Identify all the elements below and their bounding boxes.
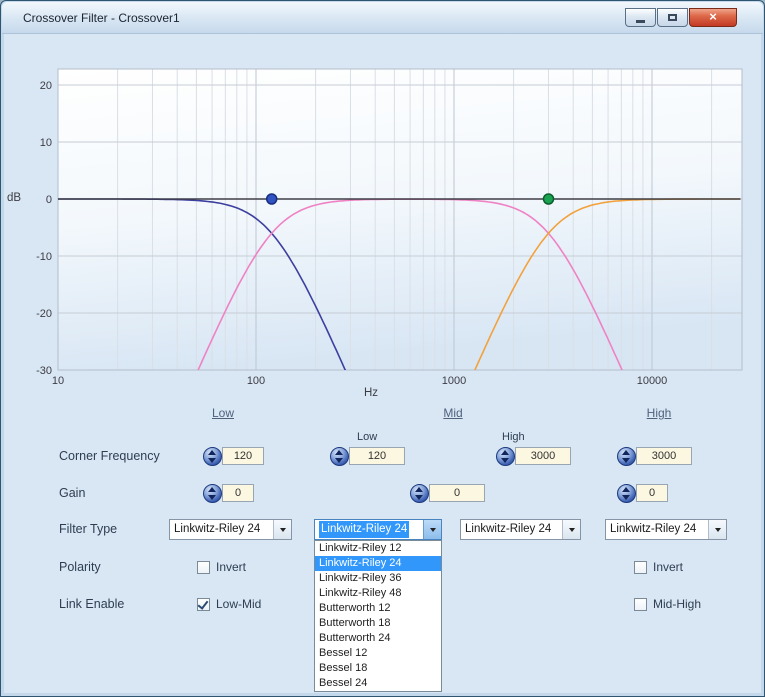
mid-corner-high-sublabel: High	[502, 431, 525, 443]
dropdown-item[interactable]: Linkwitz-Riley 12	[315, 541, 441, 556]
spin-down-icon[interactable]	[208, 458, 216, 463]
check-icon	[197, 598, 209, 610]
mid-low-filter-type-value: Linkwitz-Riley 24	[315, 520, 423, 539]
corner-frequency-label: Corner Frequency	[59, 449, 160, 463]
dropdown-item[interactable]: Butterworth 18	[315, 616, 441, 631]
mid-gain-input[interactable]	[429, 484, 485, 502]
mid-corner-high-spinner[interactable]	[496, 447, 515, 466]
high-gain-input[interactable]	[636, 484, 668, 502]
y-tick-label: -30	[36, 365, 52, 377]
spin-up-icon[interactable]	[335, 450, 343, 455]
maximize-button[interactable]	[657, 8, 688, 27]
combo-dropdown-button[interactable]	[273, 520, 291, 539]
mid-high-link-label: Mid-High	[653, 597, 702, 611]
frequency-response-chart[interactable]: 20100-10-20-3010 100 1000 10000	[9, 41, 759, 413]
y-tick-label: -20	[36, 308, 52, 320]
gain-label: Gain	[59, 486, 86, 500]
chevron-down-icon	[714, 527, 721, 532]
link-enable-label: Link Enable	[59, 597, 125, 611]
low-mid-link-checkbox[interactable]	[197, 598, 210, 611]
x-axis-label: Hz	[363, 387, 379, 399]
chevron-down-icon	[279, 527, 286, 532]
combo-dropdown-button[interactable]	[423, 520, 441, 539]
mid-low-filter-type-select[interactable]: Linkwitz-Riley 24	[314, 519, 442, 540]
low-corner-frequency-spinner[interactable]	[203, 447, 222, 466]
close-button[interactable]: ×	[689, 8, 737, 27]
band-link-low[interactable]: Low	[198, 406, 248, 420]
mid-high-crossover-handle[interactable]	[542, 193, 555, 205]
y-tick-label: -10	[36, 251, 52, 263]
filter-type-label: Filter Type	[59, 522, 118, 536]
dropdown-item[interactable]: Butterworth 24	[315, 631, 441, 646]
crossover-filter-window: Crossover Filter - Crossover1 × 20 10 0 -10…	[0, 0, 765, 697]
dropdown-item[interactable]: Bessel 18	[315, 661, 441, 676]
mid-corner-high-input[interactable]	[515, 447, 571, 465]
dropdown-item[interactable]: Bessel 24	[315, 676, 441, 691]
spin-up-icon[interactable]	[208, 450, 216, 455]
spin-down-icon[interactable]	[622, 495, 630, 500]
band-link-mid[interactable]: Mid	[428, 406, 478, 420]
spin-down-icon[interactable]	[415, 495, 423, 500]
mid-high-filter-type-value: Linkwitz-Riley 24	[465, 523, 552, 535]
y-tick-label: 10	[40, 137, 52, 149]
x-tick-label: 10	[52, 375, 64, 387]
dropdown-item[interactable]: Linkwitz-Riley 24	[315, 556, 441, 571]
dropdown-item[interactable]: Linkwitz-Riley 48	[315, 586, 441, 601]
spin-up-icon[interactable]	[622, 450, 630, 455]
combo-dropdown-button[interactable]	[708, 520, 726, 539]
spin-down-icon[interactable]	[335, 458, 343, 463]
chevron-down-icon	[568, 527, 575, 532]
spin-down-icon[interactable]	[501, 458, 509, 463]
band-link-high[interactable]: High	[634, 406, 684, 420]
combo-dropdown-button[interactable]	[562, 520, 580, 539]
high-invert-label: Invert	[653, 560, 684, 574]
polarity-label: Polarity	[59, 560, 101, 574]
high-filter-type-select[interactable]: Linkwitz-Riley 24	[605, 519, 727, 540]
mid-corner-low-sublabel: Low	[357, 431, 378, 443]
close-icon: ×	[709, 9, 717, 24]
dropdown-item[interactable]: Butterworth 12	[315, 601, 441, 616]
filter-type-dropdown-list: Linkwitz-Riley 12 Linkwitz-Riley 24 Linkwi…	[314, 540, 442, 692]
window-title: Crossover Filter - Crossover1	[23, 11, 180, 25]
low-corner-frequency-input[interactable]	[222, 447, 264, 465]
mid-high-link-checkbox[interactable]	[634, 598, 647, 611]
minimize-button[interactable]	[625, 8, 656, 27]
low-gain-input[interactable]	[222, 484, 254, 502]
spin-down-icon[interactable]	[622, 458, 630, 463]
low-filter-type-select[interactable]: Linkwitz-Riley 24	[169, 519, 292, 540]
low-invert-checkbox[interactable]	[197, 561, 210, 574]
chevron-down-icon	[429, 527, 436, 532]
low-mid-link-label: Low-Mid	[216, 597, 262, 611]
spin-up-icon[interactable]	[501, 450, 509, 455]
dropdown-item[interactable]: Bessel 12	[315, 646, 441, 661]
high-invert-checkbox[interactable]	[634, 561, 647, 574]
x-tick-label: 10000	[637, 375, 668, 387]
spin-down-icon[interactable]	[208, 495, 216, 500]
low-invert-label: Invert	[216, 560, 247, 574]
mid-high-filter-type-select[interactable]: Linkwitz-Riley 24	[460, 519, 581, 540]
high-filter-type-value: Linkwitz-Riley 24	[610, 523, 697, 535]
y-axis-label: dB	[7, 192, 22, 204]
high-corner-frequency-spinner[interactable]	[617, 447, 636, 466]
y-tick-label: 0	[46, 194, 52, 206]
mid-gain-spinner[interactable]	[410, 484, 429, 503]
low-mid-crossover-handle[interactable]	[265, 193, 278, 205]
y-tick-label: 20	[40, 80, 52, 92]
high-gain-spinner[interactable]	[617, 484, 636, 503]
spin-up-icon[interactable]	[622, 487, 630, 492]
maximize-icon	[668, 14, 677, 21]
spin-up-icon[interactable]	[208, 487, 216, 492]
dropdown-item[interactable]: Linkwitz-Riley 36	[315, 571, 441, 586]
low-filter-type-value: Linkwitz-Riley 24	[174, 523, 261, 535]
spin-up-icon[interactable]	[415, 487, 423, 492]
mid-corner-low-spinner[interactable]	[330, 447, 349, 466]
x-tick-label: 1000	[442, 375, 466, 387]
mid-corner-low-input[interactable]	[349, 447, 405, 465]
low-gain-spinner[interactable]	[203, 484, 222, 503]
high-corner-frequency-input[interactable]	[636, 447, 692, 465]
x-tick-label: 100	[247, 375, 265, 387]
minimize-icon	[636, 20, 645, 23]
